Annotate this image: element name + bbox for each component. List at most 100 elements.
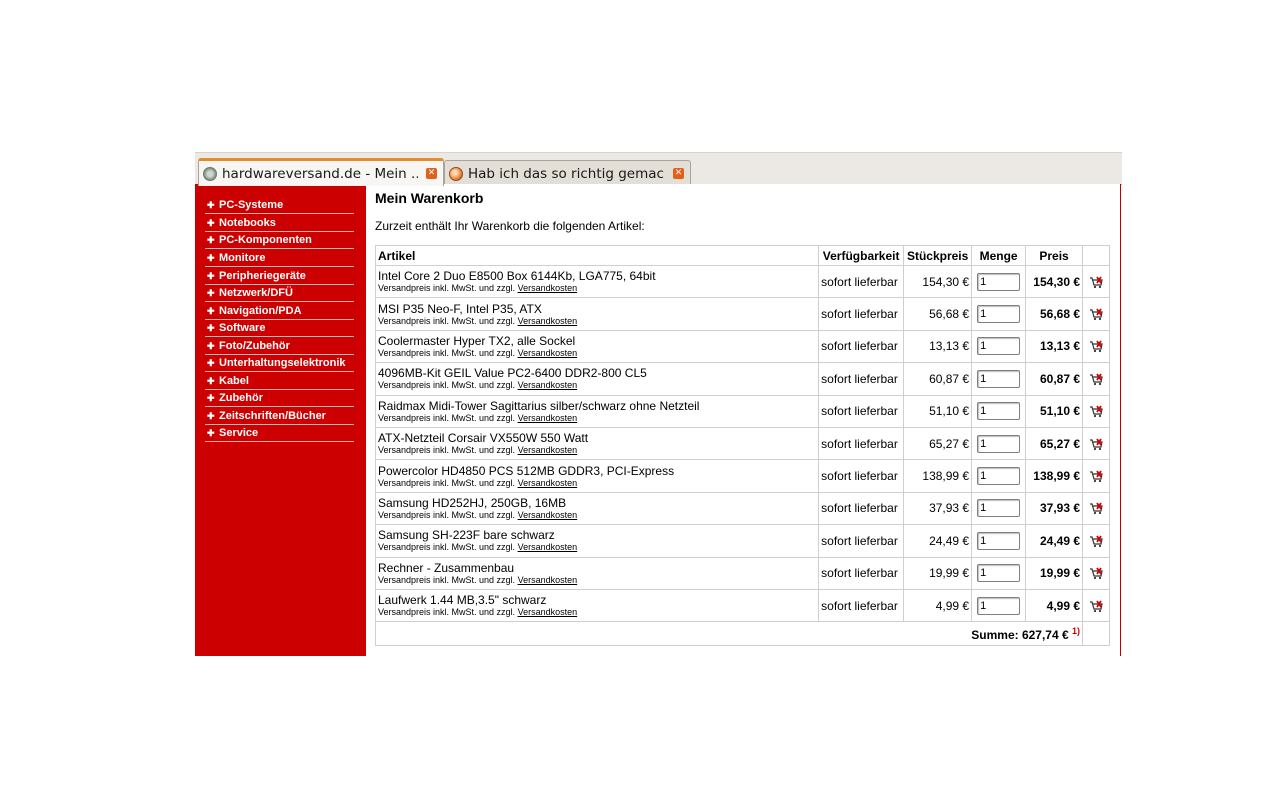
sidebar-item-notebooks[interactable]: ✚ Notebooks xyxy=(205,215,354,232)
col-header-artikel: Artikel xyxy=(374,245,820,266)
cart-row-7: Powercolor HD4850 PCS 512MB GDDR3, PCI-E… xyxy=(374,459,1110,493)
versandkosten-link[interactable]: Versandkosten xyxy=(518,445,578,455)
cart-article-cell: Intel Core 2 Duo E8500 Box 6144Kb, LGA77… xyxy=(374,264,820,299)
quantity-input[interactable] xyxy=(977,531,1021,550)
sidebar-item-navigation[interactable]: ✚ Navigation/PDA xyxy=(205,303,354,320)
sidebar-item-monitore[interactable]: ✚ Monitore xyxy=(205,250,354,267)
line-price: 65,27 € xyxy=(1025,426,1084,461)
close-tab-icon[interactable]: ✕ xyxy=(673,168,684,179)
article-name[interactable]: ATX-Netzteil Corsair VX550W 550 Watt xyxy=(378,431,816,445)
versandkosten-link[interactable]: Versandkosten xyxy=(518,607,578,617)
sidebar-item-zeitschriften[interactable]: ✚ Zeitschriften/Bücher xyxy=(205,408,354,425)
quantity-input[interactable] xyxy=(977,596,1021,615)
remove-from-cart-icon[interactable] xyxy=(1089,502,1103,515)
cart-header-row: Artikel Verfügbarkeit Stückpreis Menge P… xyxy=(374,245,1110,266)
quantity-input[interactable] xyxy=(977,305,1021,324)
cart-row-6: ATX-Netzteil Corsair VX550W 550 Watt Ver… xyxy=(374,426,1110,461)
line-price: 19,99 € xyxy=(1025,556,1084,590)
availability: sofort lieferbar xyxy=(818,556,905,590)
sidebar-item-kabel[interactable]: ✚ Kabel xyxy=(205,373,354,390)
remove-from-cart-icon[interactable] xyxy=(1089,276,1103,289)
article-name[interactable]: Coolermaster Hyper TX2, alle Sockel xyxy=(378,334,816,348)
remove-cell xyxy=(1082,394,1110,428)
quantity-cell xyxy=(971,264,1027,299)
col-header-menge: Menge xyxy=(971,245,1027,266)
versandkosten-link[interactable]: Versandkosten xyxy=(518,510,578,520)
quantity-input[interactable] xyxy=(977,402,1021,421)
remove-from-cart-icon[interactable] xyxy=(1089,470,1103,483)
unit-price: 4,99 € xyxy=(903,588,973,623)
close-tab-icon[interactable]: ✕ xyxy=(426,168,437,179)
sidebar-item-netzwerk[interactable]: ✚ Netzwerk/DFÜ xyxy=(205,285,354,302)
sidebar-item-unterhaltungselektronik[interactable]: ✚ Unterhaltungselektronik xyxy=(205,355,354,372)
remove-from-cart-icon[interactable] xyxy=(1089,567,1103,580)
sidebar-item-peripheriegeraete[interactable]: ✚ Peripheriegeräte xyxy=(205,268,354,285)
col-header-preis: Preis xyxy=(1025,245,1084,266)
line-price: 56,68 € xyxy=(1025,297,1084,331)
unit-price: 65,27 € xyxy=(903,426,973,461)
quantity-input[interactable] xyxy=(977,564,1021,583)
tab-bar: hardwareversand.de - Mein ... ✕ Hab ich … xyxy=(195,152,1122,186)
article-name[interactable]: MSI P35 Neo-F, Intel P35, ATX xyxy=(378,302,816,316)
category-sidebar: ✚ PC-Systeme ✚ Notebooks ✚ PC-Komponenten ✚… xyxy=(195,184,366,656)
remove-from-cart-icon[interactable] xyxy=(1089,340,1103,353)
versandkosten-link[interactable]: Versandkosten xyxy=(518,283,578,293)
article-name[interactable]: Intel Core 2 Duo E8500 Box 6144Kb, LGA77… xyxy=(378,269,816,283)
sidebar-item-software[interactable]: ✚ Software xyxy=(205,320,354,337)
remove-cell xyxy=(1082,491,1110,526)
cart-sum-row: Summe: 627,74 € 1) xyxy=(374,621,1110,647)
article-name[interactable]: Raidmax Midi-Tower Sagittarius silber/sc… xyxy=(378,399,816,413)
plus-icon: ✚ xyxy=(207,200,215,210)
cart-article-cell: 4096MB-Kit GEIL Value PC2-6400 DDR2-800 … xyxy=(374,362,820,396)
col-header-verfuegbarkeit: Verfügbarkeit xyxy=(818,245,905,266)
cart-row-4: 4096MB-Kit GEIL Value PC2-6400 DDR2-800 … xyxy=(374,362,1110,396)
quantity-input[interactable] xyxy=(977,499,1021,518)
quantity-input[interactable] xyxy=(977,467,1021,486)
quantity-input[interactable] xyxy=(977,434,1021,453)
quantity-input[interactable] xyxy=(977,369,1021,388)
versandkosten-link[interactable]: Versandkosten xyxy=(518,348,578,358)
article-name[interactable]: Powercolor HD4850 PCS 512MB GDDR3, PCI-E… xyxy=(378,464,816,478)
tab-forum[interactable]: Hab ich das so richtig gemac... ✕ xyxy=(444,160,691,186)
article-name[interactable]: Samsung HD252HJ, 250GB, 16MB xyxy=(378,496,816,510)
plus-icon: ✚ xyxy=(207,323,215,333)
versandkosten-link[interactable]: Versandkosten xyxy=(518,575,578,585)
remove-cell xyxy=(1082,297,1110,331)
versandkosten-link[interactable]: Versandkosten xyxy=(518,380,578,390)
tab-hardwareversand[interactable]: hardwareversand.de - Mein ... ✕ xyxy=(198,158,444,186)
article-name[interactable]: Rechner - Zusammenbau xyxy=(378,561,816,575)
article-name[interactable]: Samsung SH-223F bare schwarz xyxy=(378,528,816,542)
versandkosten-link[interactable]: Versandkosten xyxy=(518,542,578,552)
cart-row-10: Rechner - Zusammenbau Versandpreis inkl.… xyxy=(374,556,1110,590)
remove-from-cart-icon[interactable] xyxy=(1089,405,1103,418)
sidebar-item-foto[interactable]: ✚ Foto/Zubehör xyxy=(205,338,354,355)
remove-from-cart-icon[interactable] xyxy=(1089,373,1103,386)
shipping-note: Versandpreis inkl. MwSt. und zzgl. Versa… xyxy=(378,477,578,488)
remove-cell xyxy=(1082,362,1110,396)
plus-icon: ✚ xyxy=(207,253,215,263)
article-name[interactable]: Laufwerk 1.44 MB,3.5" schwarz xyxy=(378,593,816,607)
cart-article-cell: Laufwerk 1.44 MB,3.5" schwarz Versandpre… xyxy=(374,588,820,623)
versandkosten-link[interactable]: Versandkosten xyxy=(518,478,578,488)
remove-from-cart-icon[interactable] xyxy=(1089,308,1103,321)
quantity-input[interactable] xyxy=(977,272,1021,291)
sidebar-item-zubehoer[interactable]: ✚ Zubehör xyxy=(205,390,354,407)
quantity-cell xyxy=(971,524,1027,558)
page-title: Mein Warenkorb xyxy=(375,190,484,206)
sum-footnote-mark[interactable]: 1) xyxy=(1072,626,1080,636)
line-price: 154,30 € xyxy=(1025,264,1084,299)
versandkosten-link[interactable]: Versandkosten xyxy=(518,316,578,326)
versandkosten-link[interactable]: Versandkosten xyxy=(518,413,578,423)
sidebar-item-pc-komponenten[interactable]: ✚ PC-Komponenten xyxy=(205,232,354,249)
remove-from-cart-icon[interactable] xyxy=(1089,600,1103,613)
remove-from-cart-icon[interactable] xyxy=(1089,438,1103,451)
availability: sofort lieferbar xyxy=(818,426,905,461)
quantity-input[interactable] xyxy=(977,337,1021,356)
cart-row-11: Laufwerk 1.44 MB,3.5" schwarz Versandpre… xyxy=(374,588,1110,623)
article-name[interactable]: 4096MB-Kit GEIL Value PC2-6400 DDR2-800 … xyxy=(378,366,816,380)
sidebar-item-pc-systeme[interactable]: ✚ PC-Systeme xyxy=(205,197,354,214)
cart-row-3: Coolermaster Hyper TX2, alle Sockel Vers… xyxy=(374,329,1110,364)
sidebar-item-service[interactable]: ✚ Service xyxy=(205,425,354,442)
col-header-stueckpreis: Stückpreis xyxy=(903,245,973,266)
remove-from-cart-icon[interactable] xyxy=(1089,535,1103,548)
